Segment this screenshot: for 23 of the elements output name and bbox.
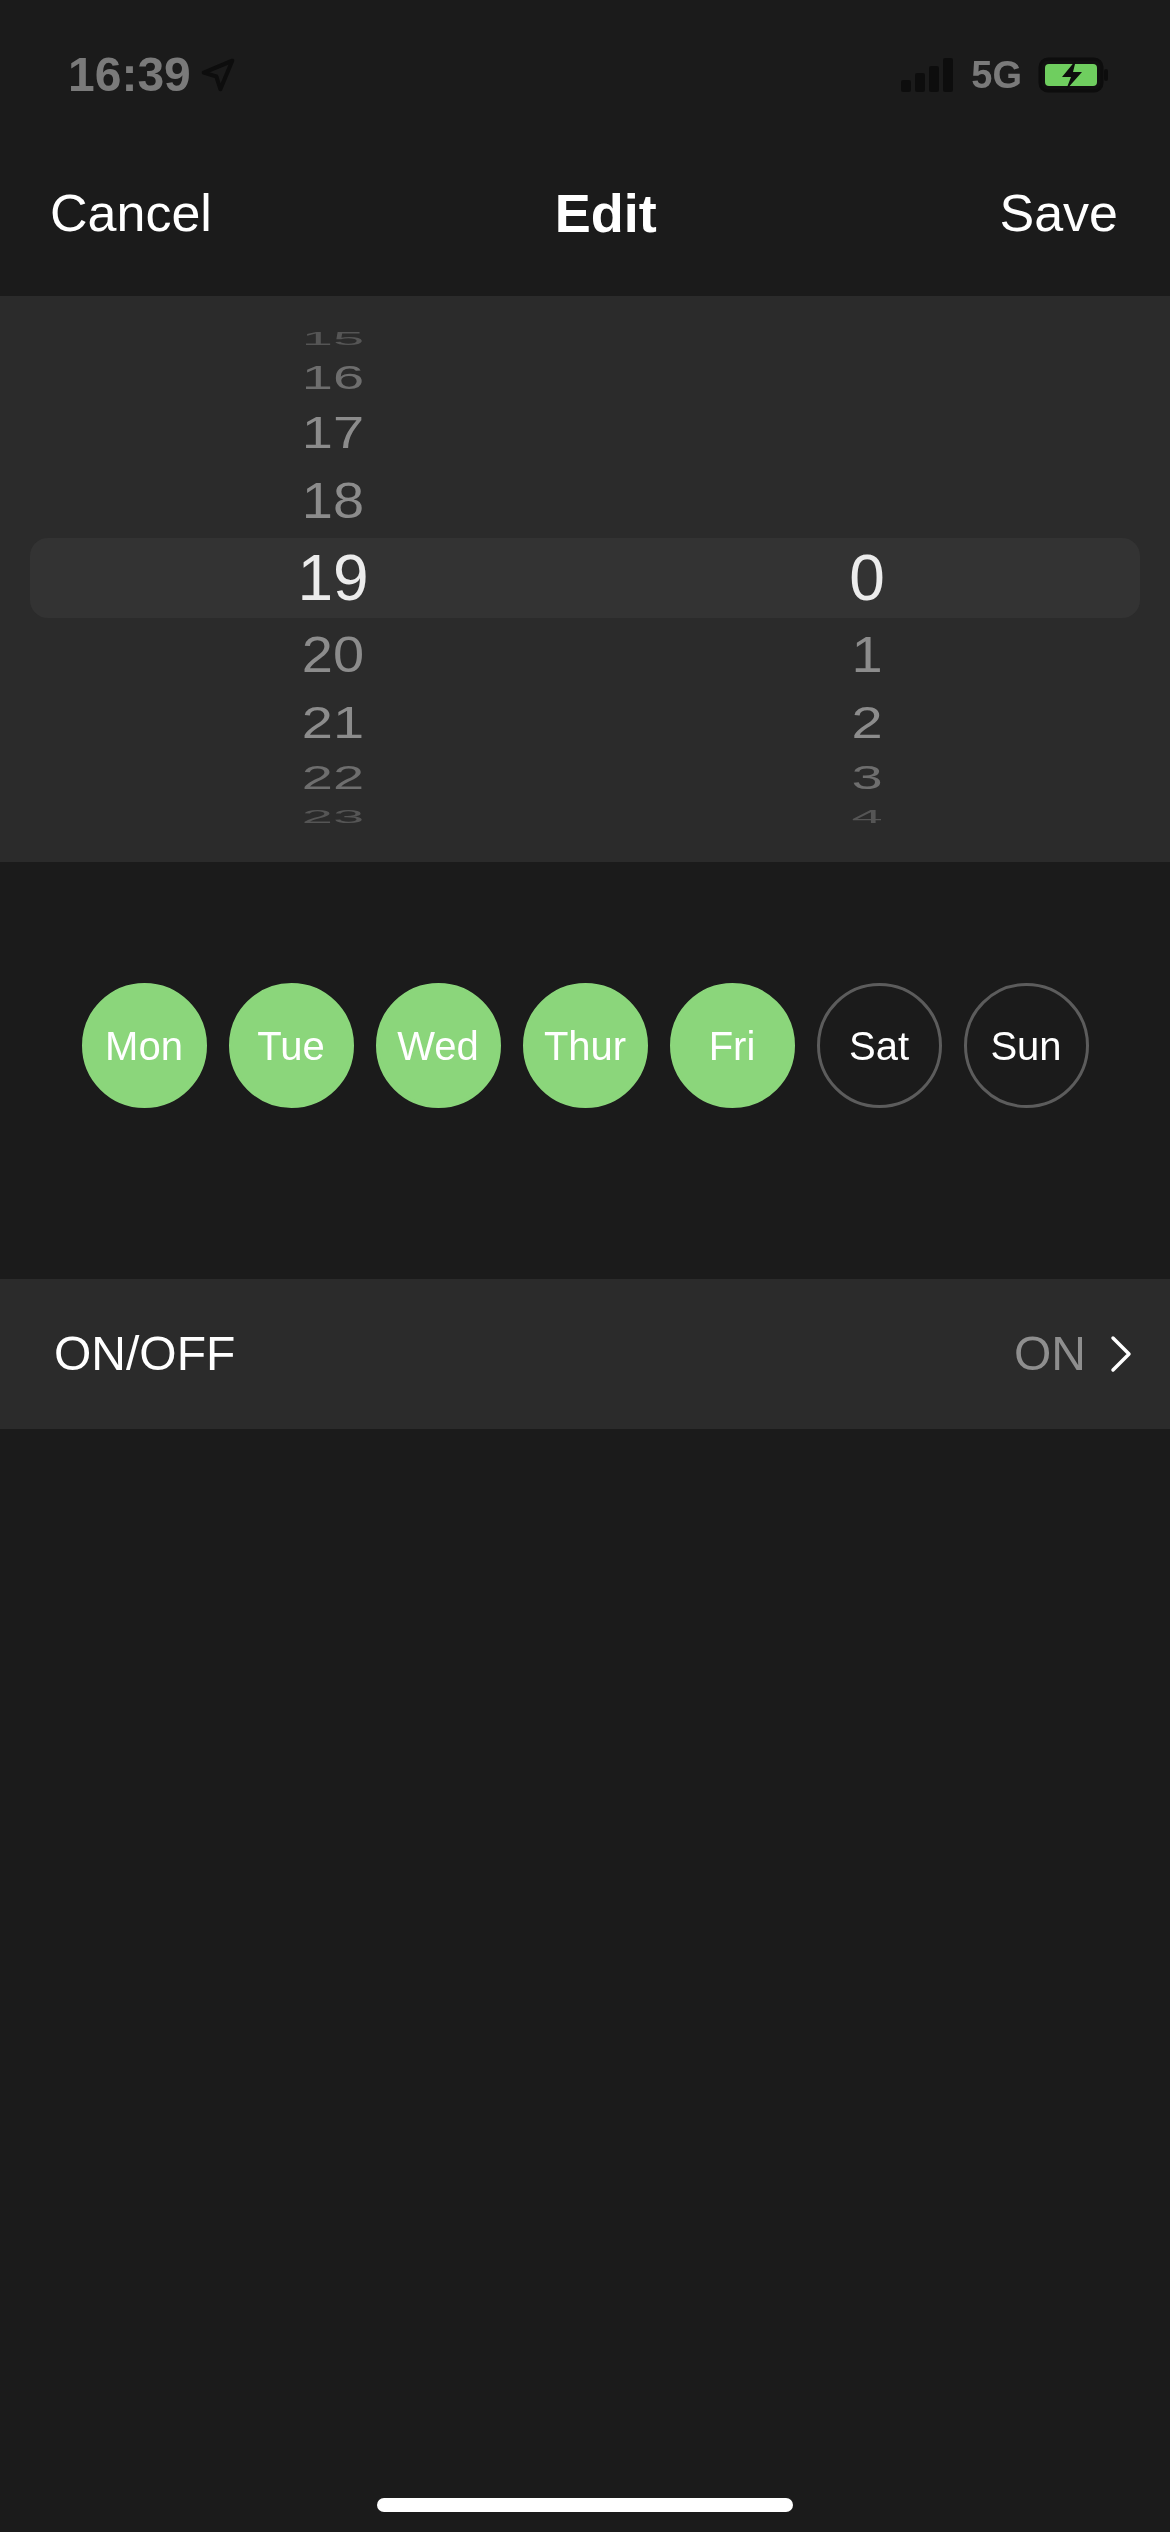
- setting-label: ON/OFF: [54, 1326, 236, 1382]
- clock-time: 16:39: [68, 47, 191, 103]
- save-button[interactable]: Save: [999, 174, 1118, 252]
- cancel-button[interactable]: Cancel: [50, 174, 212, 252]
- picker-value[interactable]: 3: [851, 761, 883, 795]
- picker-value[interactable]: 19: [297, 546, 369, 610]
- setting-value: ON: [1014, 1326, 1086, 1382]
- picker-value[interactable]: 18: [301, 475, 365, 527]
- battery-charging-icon: [1038, 57, 1110, 93]
- picker-value[interactable]: 2: [851, 701, 883, 745]
- picker-value[interactable]: 0: [849, 546, 885, 610]
- day-toggle[interactable]: Sun: [963, 983, 1089, 1108]
- network-label: 5G: [971, 52, 1022, 98]
- screen-title: Edit: [554, 181, 657, 245]
- picker-value[interactable]: 1: [851, 629, 883, 681]
- picker-value[interactable]: 21: [301, 701, 365, 745]
- picker-value[interactable]: 22: [301, 761, 365, 795]
- picker-value[interactable]: 17: [301, 411, 365, 455]
- setting-row[interactable]: ON/OFF ON: [0, 1279, 1170, 1429]
- picker-value[interactable]: 20: [301, 629, 365, 681]
- day-toggle[interactable]: Sat: [816, 983, 942, 1108]
- chevron-right-icon: [1110, 1335, 1132, 1373]
- picker-value[interactable]: 16: [301, 361, 365, 395]
